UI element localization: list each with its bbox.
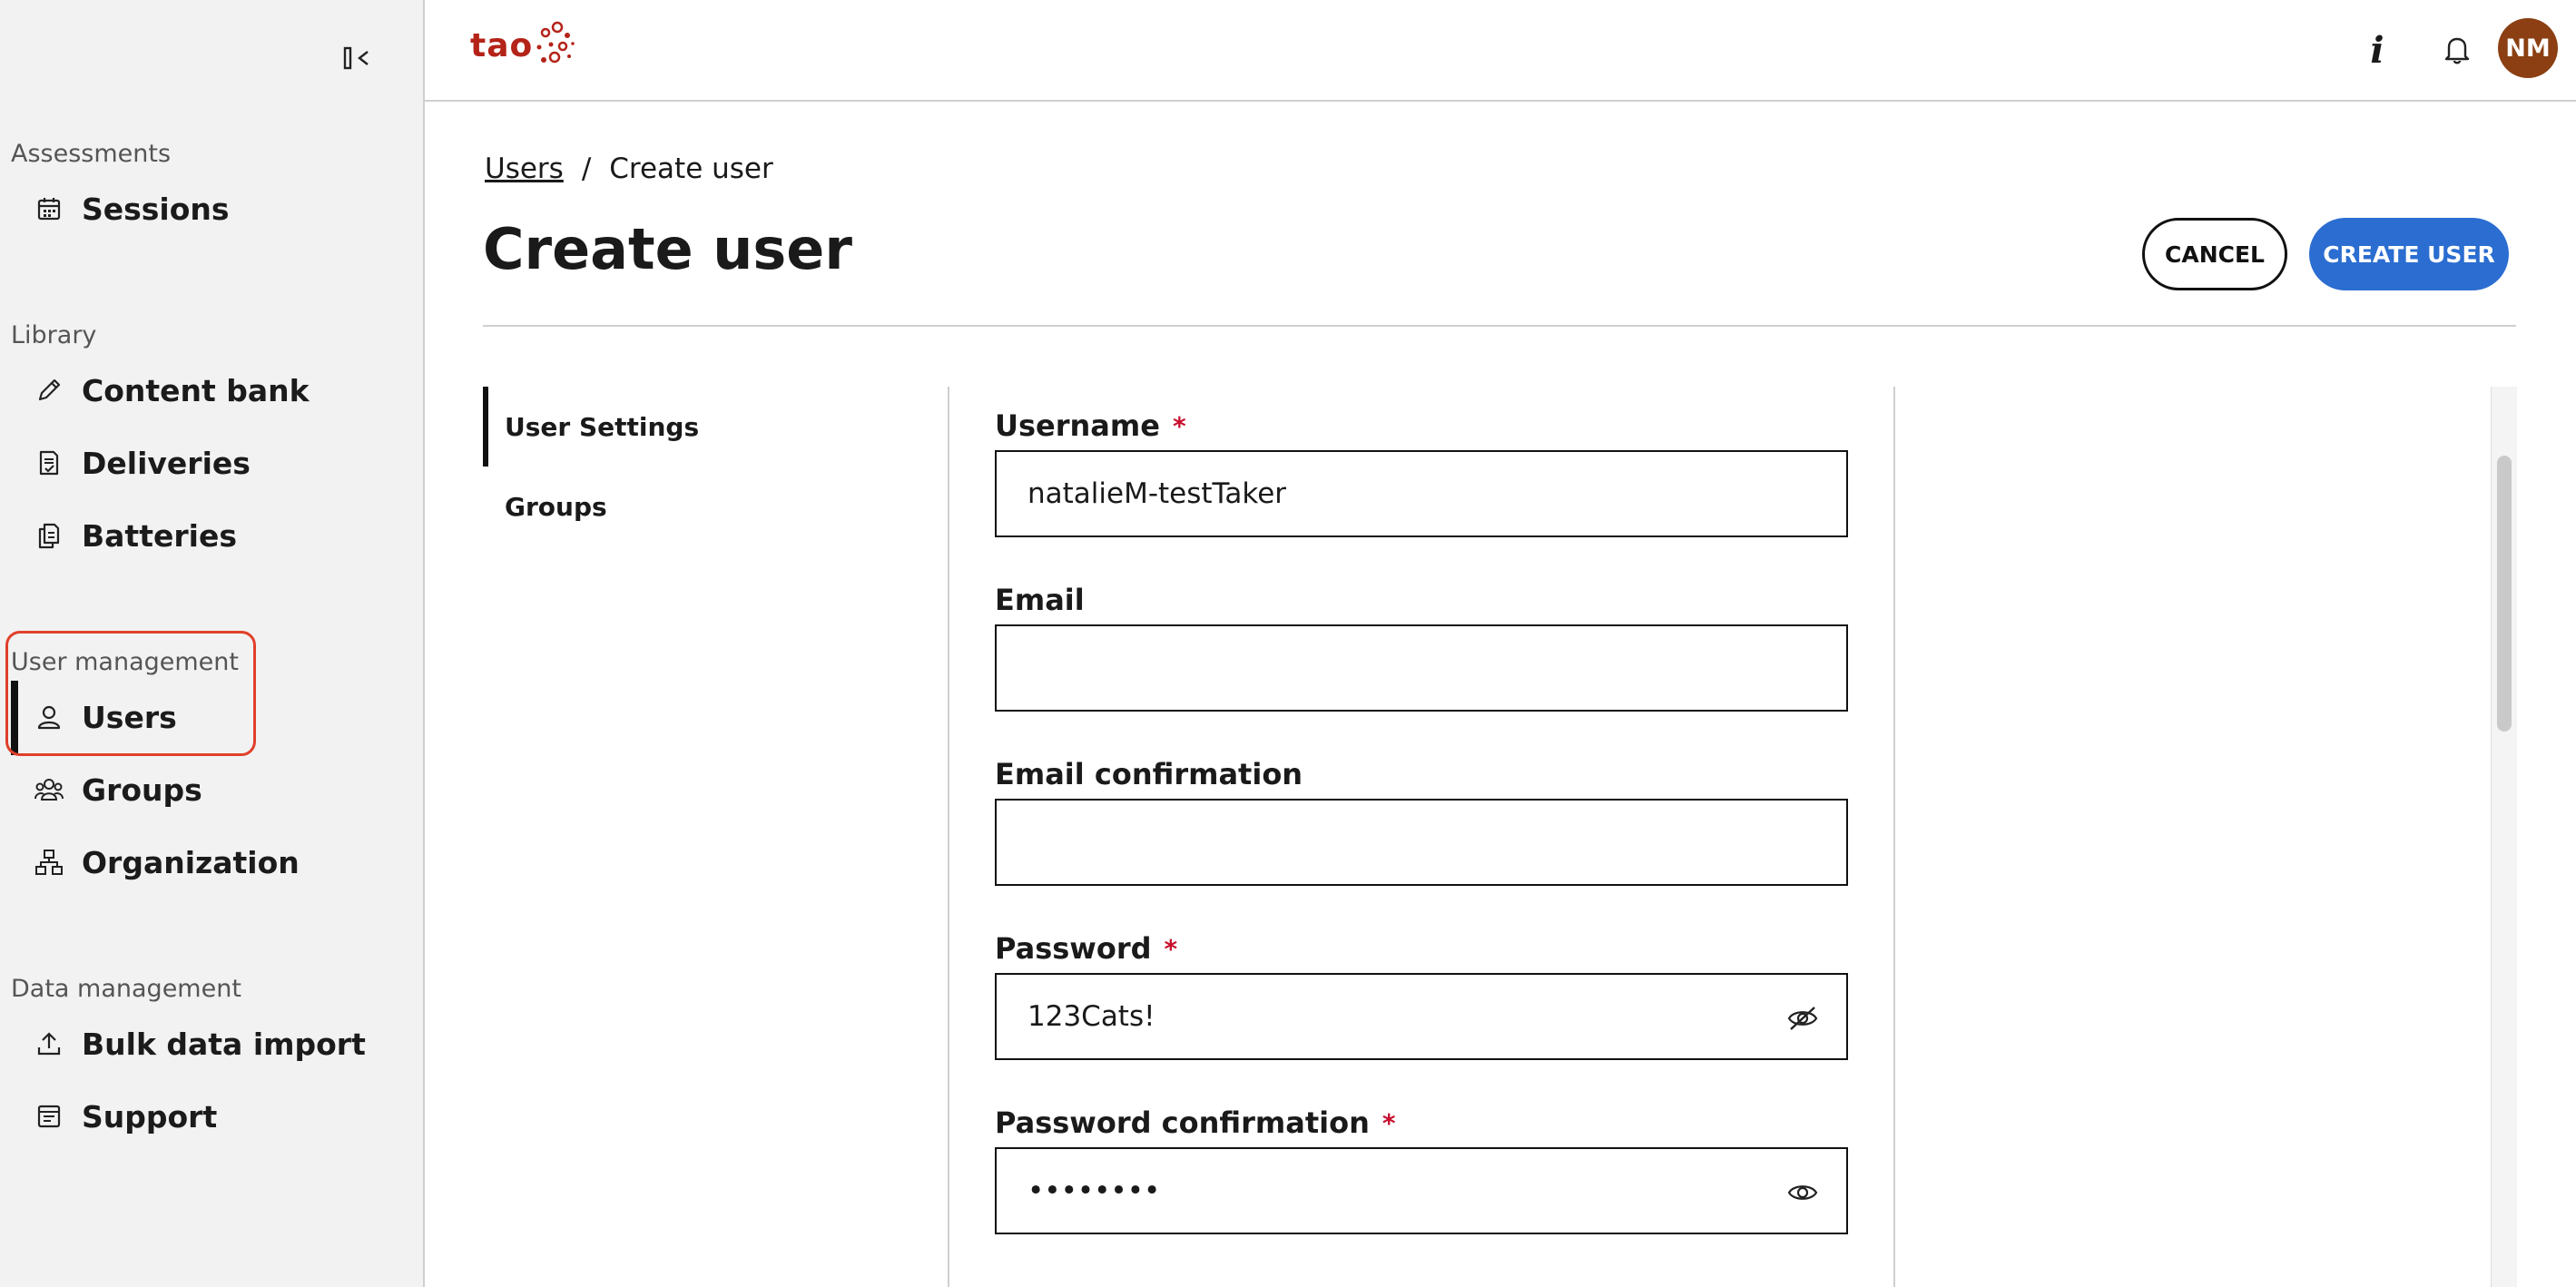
password-input[interactable]	[1026, 979, 1774, 1054]
email-input[interactable]	[1026, 631, 1774, 705]
eye-slash-icon[interactable]	[1785, 1000, 1821, 1036]
sidebar: Assessments Sessions Library Content ban…	[0, 0, 425, 1287]
sidebar-item-label: Organization	[82, 844, 300, 880]
sidebar-item-label: Users	[82, 699, 177, 735]
email-field-group: Email	[995, 579, 1848, 712]
form-section-nav: User Settings Groups	[483, 387, 864, 546]
section-label-data-management: Data management	[11, 975, 241, 1003]
section-label-assessments: Assessments	[11, 140, 172, 168]
sidebar-item-label: Support	[82, 1098, 218, 1135]
password-confirmation-field-group: Password confirmation *	[995, 1102, 1848, 1234]
avatar[interactable]: NM	[2498, 18, 2558, 78]
username-input[interactable]	[1026, 457, 1774, 531]
sidebar-item-label: Content bank	[82, 372, 310, 408]
divider	[483, 325, 2516, 327]
sidebar-item-support[interactable]: Support	[11, 1087, 410, 1145]
sidebar-item-groups[interactable]: Groups	[11, 761, 410, 819]
sidebar-item-label: Bulk data import	[82, 1026, 366, 1062]
scrollbar-track[interactable]	[2491, 387, 2517, 1287]
required-marker: *	[1381, 1107, 1396, 1138]
password-field-group: Password *	[995, 928, 1848, 1060]
section-nav-groups[interactable]: Groups	[483, 467, 864, 546]
password-confirmation-input[interactable]	[1026, 1154, 1774, 1228]
create-user-button[interactable]: CREATE USER	[2309, 218, 2509, 290]
sidebar-item-content-bank[interactable]: Content bank	[11, 361, 410, 419]
breadcrumb: Users / Create user	[485, 152, 773, 185]
required-marker: *	[1164, 933, 1178, 964]
section-label-library: Library	[11, 321, 97, 349]
sidebar-item-organization[interactable]: Organization	[11, 833, 410, 891]
sidebar-item-deliveries[interactable]: Deliveries	[11, 434, 410, 492]
bell-icon[interactable]	[2434, 27, 2480, 73]
document-check-icon	[31, 445, 67, 481]
username-label: Username	[995, 408, 1160, 443]
sidebar-item-label: Sessions	[82, 191, 230, 227]
sidebar-item-label: Groups	[82, 771, 202, 808]
cancel-button[interactable]: CANCEL	[2142, 218, 2287, 290]
password-confirmation-label: Password confirmation	[995, 1105, 1370, 1140]
sidebar-item-batteries[interactable]: Batteries	[11, 506, 410, 565]
sidebar-item-label: Batteries	[82, 517, 237, 554]
sidebar-item-sessions[interactable]: Sessions	[11, 180, 410, 238]
eye-icon[interactable]	[1785, 1174, 1821, 1211]
password-label: Password	[995, 931, 1152, 966]
top-header: tao i NM	[425, 0, 2576, 102]
logo-dots-icon	[536, 21, 575, 64]
sidebar-item-users[interactable]: Users	[11, 681, 410, 755]
email-confirmation-label: Email confirmation	[995, 757, 1303, 791]
email-confirmation-field-group: Email confirmation	[995, 753, 1848, 886]
info-icon[interactable]: i	[2355, 27, 2400, 73]
user-form: Username * Email Email confirmation Pass…	[948, 387, 1895, 1287]
tao-logo[interactable]: tao	[470, 20, 575, 71]
documents-icon	[31, 517, 67, 554]
pencil-icon	[31, 372, 67, 408]
required-marker: *	[1172, 410, 1186, 441]
username-field-group: Username *	[995, 405, 1848, 537]
support-icon	[31, 1098, 67, 1135]
sidebar-item-label: Deliveries	[82, 445, 251, 481]
email-label: Email	[995, 583, 1085, 617]
collapse-sidebar-icon[interactable]	[339, 42, 376, 74]
section-nav-user-settings[interactable]: User Settings	[483, 387, 864, 467]
breadcrumb-current: Create user	[609, 152, 773, 185]
users-group-icon	[31, 771, 67, 808]
user-icon	[31, 699, 67, 735]
sidebar-item-bulk-data-import[interactable]: Bulk data import	[11, 1015, 410, 1073]
scrollbar-thumb[interactable]	[2497, 456, 2512, 732]
calendar-icon	[31, 191, 67, 227]
section-label-user-management: User management	[11, 648, 239, 676]
upload-icon	[31, 1026, 67, 1062]
org-chart-icon	[31, 844, 67, 880]
page-title: Create user	[483, 216, 852, 282]
breadcrumb-link-users[interactable]: Users	[485, 152, 564, 185]
logo-text: tao	[470, 26, 534, 64]
email-confirmation-input[interactable]	[1026, 805, 1774, 879]
breadcrumb-separator: /	[581, 152, 592, 185]
